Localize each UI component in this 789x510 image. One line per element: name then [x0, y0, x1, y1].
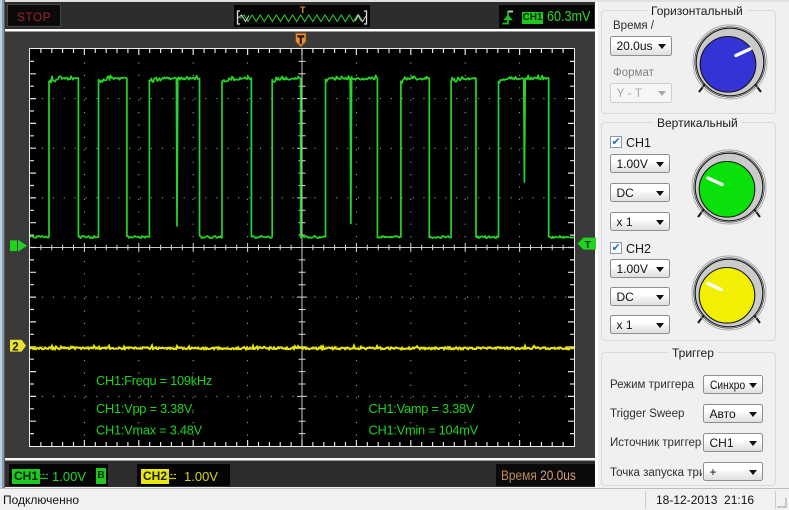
svg-text:2: 2 — [12, 342, 18, 354]
svg-text:T: T — [585, 239, 592, 251]
